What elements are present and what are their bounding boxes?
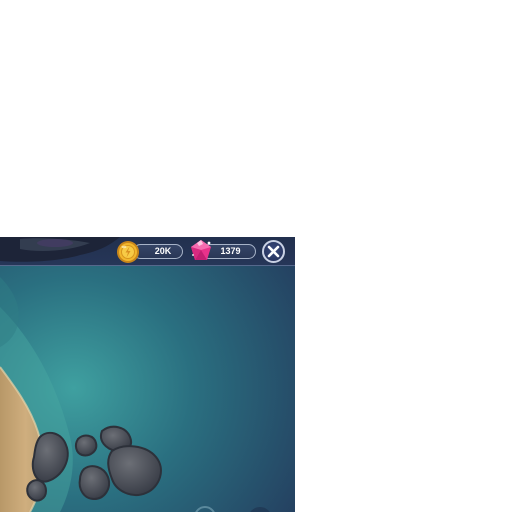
- gold-coin-icon: [116, 240, 140, 264]
- coin-counter: 20K: [133, 244, 183, 259]
- coin-value: 20K: [154, 246, 172, 256]
- rock: [26, 479, 48, 502]
- sea-map: [0, 237, 295, 512]
- pink-gem-icon: [188, 238, 214, 264]
- rock: [74, 434, 98, 457]
- gem-value: 1379: [220, 246, 241, 256]
- page: 20K 1379: [0, 0, 512, 512]
- close-button[interactable]: [262, 240, 285, 263]
- rock: [107, 445, 162, 497]
- rock: [78, 465, 110, 501]
- close-icon: [267, 245, 280, 258]
- hud-top-bar: 20K 1379: [0, 237, 295, 266]
- game-viewport: 20K 1379: [0, 237, 295, 512]
